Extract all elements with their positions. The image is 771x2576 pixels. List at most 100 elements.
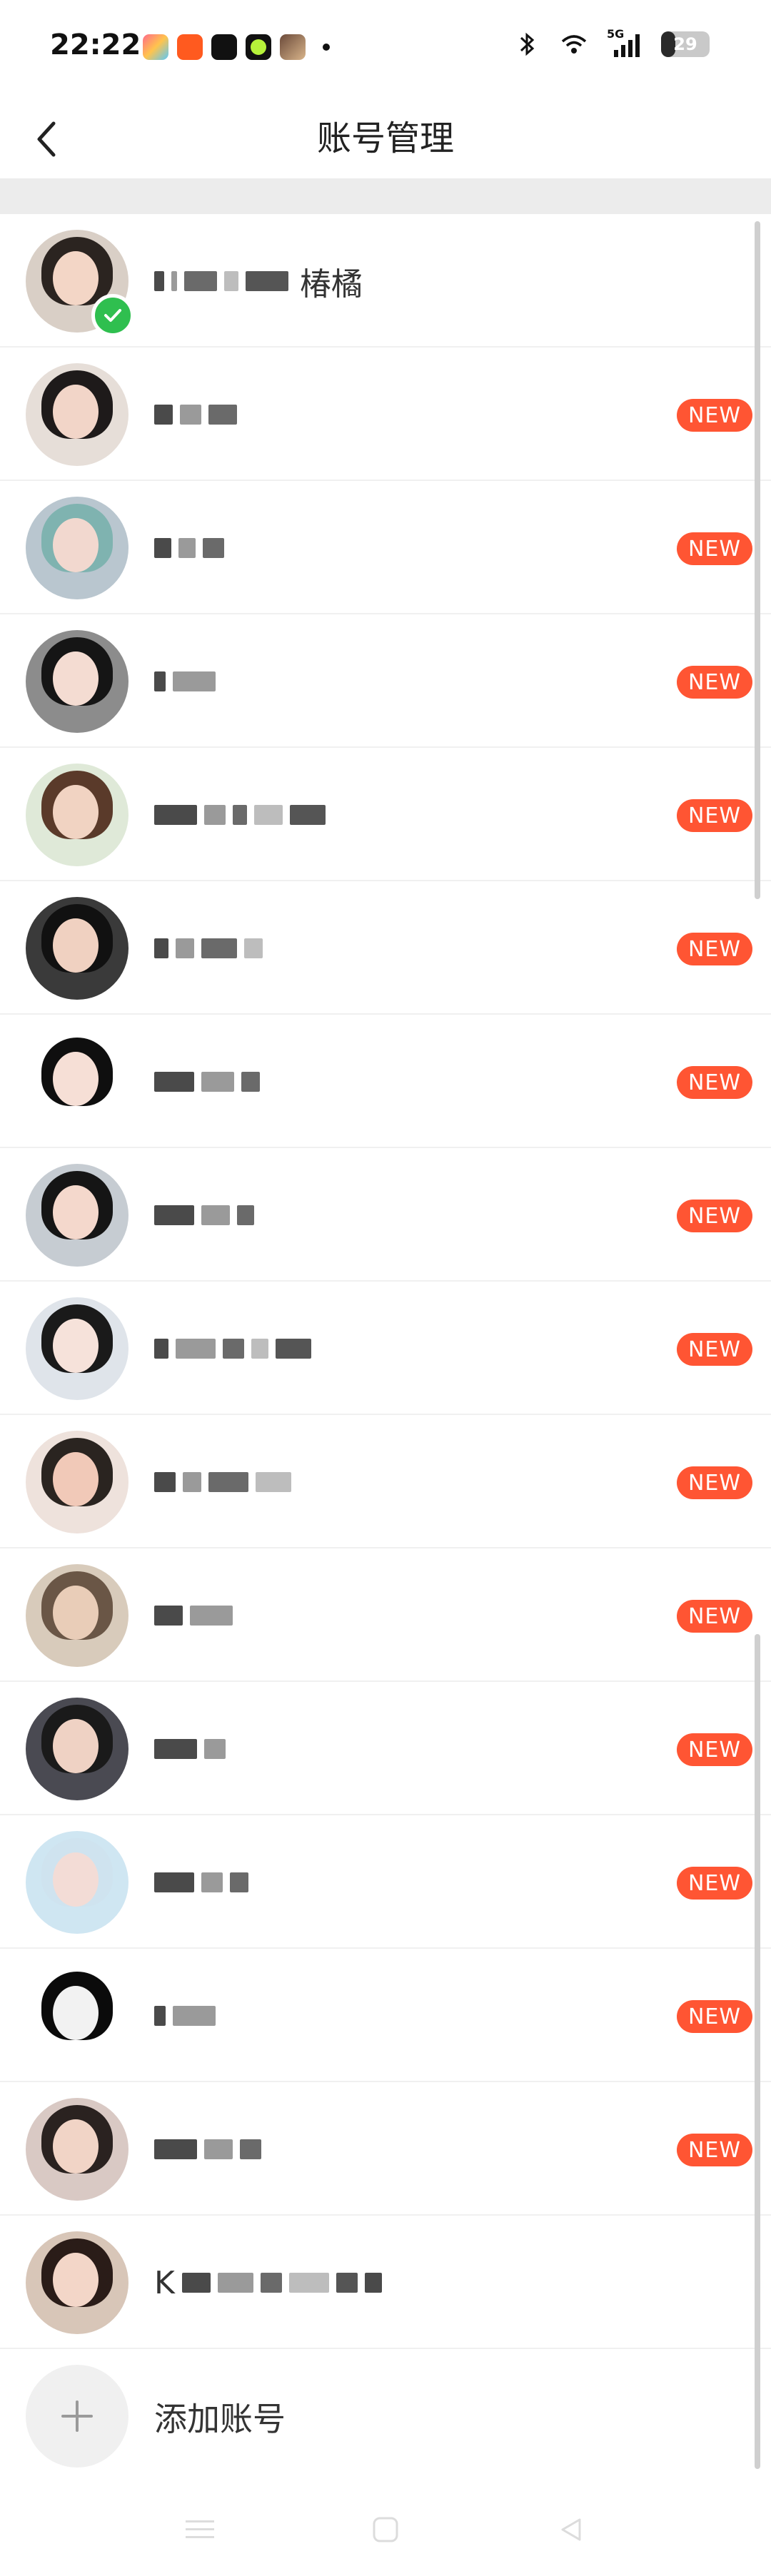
account-row[interactable]: NEW — [0, 614, 771, 748]
account-name — [154, 1194, 261, 1237]
avatar-face — [53, 1452, 99, 1506]
account-row[interactable]: NEW — [0, 748, 771, 881]
avatar-face — [53, 251, 99, 305]
blurred-name-block — [154, 1472, 176, 1492]
new-badge: NEW — [677, 933, 752, 965]
new-badge: NEW — [677, 1066, 752, 1099]
account-row[interactable]: NEW — [0, 481, 771, 614]
avatar-face — [53, 385, 99, 439]
status-app-icons — [143, 34, 330, 60]
gallery-app-icon — [143, 34, 168, 60]
account-name-text: K — [154, 2264, 175, 2301]
blurred-name-block — [224, 271, 238, 291]
avatar-face — [53, 785, 99, 839]
avatar — [26, 363, 128, 466]
blurred-name-block — [154, 1739, 197, 1759]
blurred-name-block — [173, 671, 216, 691]
account-row[interactable]: NEW — [0, 881, 771, 1015]
blurred-name-block — [173, 2006, 216, 2026]
account-row[interactable]: 椿橘 — [0, 214, 771, 348]
account-name — [154, 1461, 298, 1503]
blurred-name-block — [288, 2273, 329, 2293]
avatar-face — [53, 2253, 99, 2307]
blurred-name-block — [240, 2139, 261, 2159]
avatar — [26, 1431, 128, 1533]
new-badge: NEW — [677, 1200, 752, 1232]
taobao-app-icon — [177, 34, 203, 60]
blurred-name-block — [251, 1339, 268, 1359]
back-triangle-icon[interactable] — [553, 2512, 589, 2547]
avatar-face — [53, 1852, 99, 1907]
new-badge: NEW — [677, 1333, 752, 1366]
blurred-name-block — [154, 1339, 168, 1359]
account-row[interactable]: K — [0, 2216, 771, 2349]
blurred-name-block — [181, 2273, 211, 2293]
home-icon[interactable] — [368, 2512, 403, 2547]
account-name — [154, 660, 223, 703]
blurred-name-block — [154, 2006, 166, 2026]
blurred-name-block — [237, 1205, 254, 1225]
avatar-face — [53, 651, 99, 706]
blurred-name-block — [154, 1872, 194, 1892]
blurred-name-block — [176, 1339, 216, 1359]
account-name — [154, 1728, 233, 1770]
blurred-name-block — [260, 2273, 282, 2293]
blurred-name-block — [223, 1339, 244, 1359]
scrollbar[interactable] — [755, 221, 760, 899]
avatar — [26, 2098, 128, 2201]
avatar — [26, 1564, 128, 1667]
add-account-label: 添加账号 — [154, 2400, 286, 2438]
blurred-name-block — [154, 405, 173, 425]
account-row[interactable]: NEW — [0, 1548, 771, 1682]
status-bar: 22:22 5G 29 — [0, 0, 771, 100]
status-time: 22:22 — [50, 29, 141, 61]
account-row[interactable]: NEW — [0, 1148, 771, 1282]
account-row[interactable]: NEW — [0, 1282, 771, 1415]
notification-dot-icon — [323, 44, 330, 51]
blurred-name-block — [204, 805, 226, 825]
account-row[interactable]: NEW — [0, 1015, 771, 1148]
blurred-name-block — [190, 1606, 233, 1626]
blurred-name-block — [184, 271, 217, 291]
battery-percent: 29 — [673, 34, 697, 54]
blurred-name-block — [244, 938, 263, 958]
avatar — [26, 1297, 128, 1400]
blurred-name-block — [154, 2139, 197, 2159]
new-badge: NEW — [677, 2000, 752, 2033]
menu-icon[interactable] — [182, 2512, 218, 2547]
scrollbar-lower — [755, 1634, 760, 2469]
bluetooth-icon — [520, 32, 535, 56]
account-row[interactable]: NEW — [0, 1815, 771, 1949]
avatar — [26, 497, 128, 599]
account-row[interactable]: NEW — [0, 1682, 771, 1815]
blurred-name-block — [241, 1072, 260, 1092]
blurred-name-block — [254, 805, 283, 825]
new-badge: NEW — [677, 532, 752, 565]
blurred-name-block — [154, 805, 197, 825]
blurred-name-block — [201, 1205, 230, 1225]
account-name — [154, 793, 333, 836]
account-row[interactable]: NEW — [0, 1415, 771, 1548]
blurred-name-block — [276, 1339, 311, 1359]
battery-icon: 29 — [661, 31, 710, 57]
account-row[interactable]: NEW — [0, 1949, 771, 2082]
avatar-face — [53, 2119, 99, 2174]
avatar — [26, 1030, 128, 1133]
account-name: K — [154, 2261, 389, 2304]
blurred-name-block — [364, 2273, 382, 2293]
avatar-face — [53, 918, 99, 973]
avatar — [26, 1164, 128, 1267]
account-name — [154, 1861, 256, 1904]
blurred-name-block — [154, 1205, 194, 1225]
blurred-name-block — [290, 805, 326, 825]
avatar-face — [53, 1719, 99, 1773]
blurred-name-block — [233, 805, 247, 825]
cell-signal-icon: 5G — [607, 27, 642, 57]
add-account-button[interactable] — [26, 2365, 128, 2468]
add-account-row[interactable]: 添加账号 — [0, 2349, 771, 2483]
plus-icon — [61, 2400, 93, 2432]
account-row[interactable]: NEW — [0, 348, 771, 481]
account-row[interactable]: NEW — [0, 2082, 771, 2216]
status-right-icons: 5G 29 — [513, 27, 710, 57]
blurred-name-block — [201, 1072, 234, 1092]
